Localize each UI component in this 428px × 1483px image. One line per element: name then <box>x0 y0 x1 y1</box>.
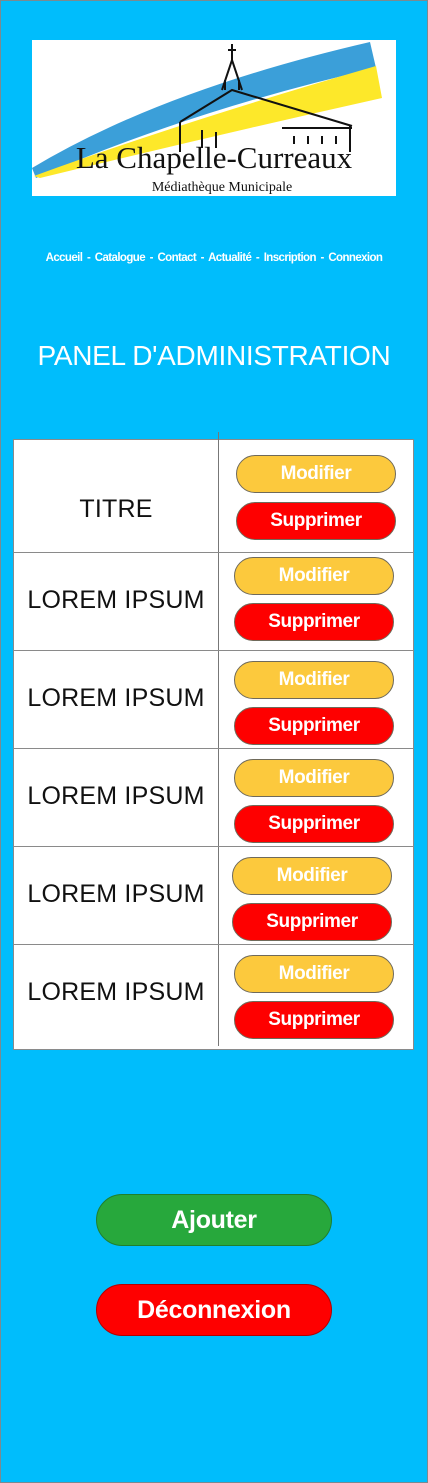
nav-link-connexion[interactable]: Connexion <box>328 252 383 264</box>
delete-button[interactable]: Supprimer <box>232 903 392 941</box>
main-nav: Accueil - Catalogue - Contact - Actualit… <box>0 252 428 264</box>
modify-button[interactable]: Modifier <box>234 759 394 797</box>
nav-link-inscription[interactable]: Inscription <box>264 252 317 264</box>
delete-button[interactable]: Supprimer <box>234 1001 394 1039</box>
table-row-label: LOREM IPSUM <box>27 978 205 1006</box>
modify-button[interactable]: Modifier <box>232 857 392 895</box>
table-row-label: LOREM IPSUM <box>27 684 205 712</box>
column-divider <box>218 432 219 1046</box>
delete-button[interactable]: Supprimer <box>236 502 396 540</box>
logout-button[interactable]: Déconnexion <box>96 1284 332 1336</box>
nav-link-actualite[interactable]: Actualité <box>208 252 252 264</box>
table-row-label: LOREM IPSUM <box>27 586 205 614</box>
nav-separator: - <box>255 252 260 264</box>
nav-separator: - <box>149 252 154 264</box>
modify-button[interactable]: Modifier <box>236 455 396 493</box>
nav-separator: - <box>320 252 325 264</box>
row-divider <box>14 650 413 651</box>
row-divider <box>14 748 413 749</box>
page-title: PANEL D'ADMINISTRATION <box>37 340 391 371</box>
modify-button[interactable]: Modifier <box>234 955 394 993</box>
table-row-label: LOREM IPSUM <box>27 880 205 908</box>
modify-button[interactable]: Modifier <box>234 661 394 699</box>
admin-table: TITRE Modifier Supprimer LOREM IPSUM Mod… <box>13 432 414 1050</box>
nav-link-contact[interactable]: Contact <box>157 252 196 264</box>
nav-separator: - <box>86 252 91 264</box>
row-divider <box>14 944 413 945</box>
logo-graphic: La Chapelle-Curreaux Médiathèque Municip… <box>32 42 382 195</box>
logo-subtitle: Médiathèque Municipale <box>152 180 292 195</box>
table-row-label: TITRE <box>79 495 153 523</box>
add-button[interactable]: Ajouter <box>96 1194 332 1246</box>
delete-button[interactable]: Supprimer <box>234 707 394 745</box>
logo-title: La Chapelle-Curreaux <box>76 140 353 175</box>
row-divider <box>14 846 413 847</box>
nav-separator: - <box>200 252 205 264</box>
site-logo[interactable]: La Chapelle-Curreaux Médiathèque Municip… <box>32 40 396 196</box>
modify-button[interactable]: Modifier <box>234 557 394 595</box>
nav-link-catalogue[interactable]: Catalogue <box>95 252 146 264</box>
nav-link-accueil[interactable]: Accueil <box>46 252 83 264</box>
delete-button[interactable]: Supprimer <box>234 603 394 641</box>
table-row-label: LOREM IPSUM <box>27 782 205 810</box>
row-divider <box>14 552 413 553</box>
delete-button[interactable]: Supprimer <box>234 805 394 843</box>
